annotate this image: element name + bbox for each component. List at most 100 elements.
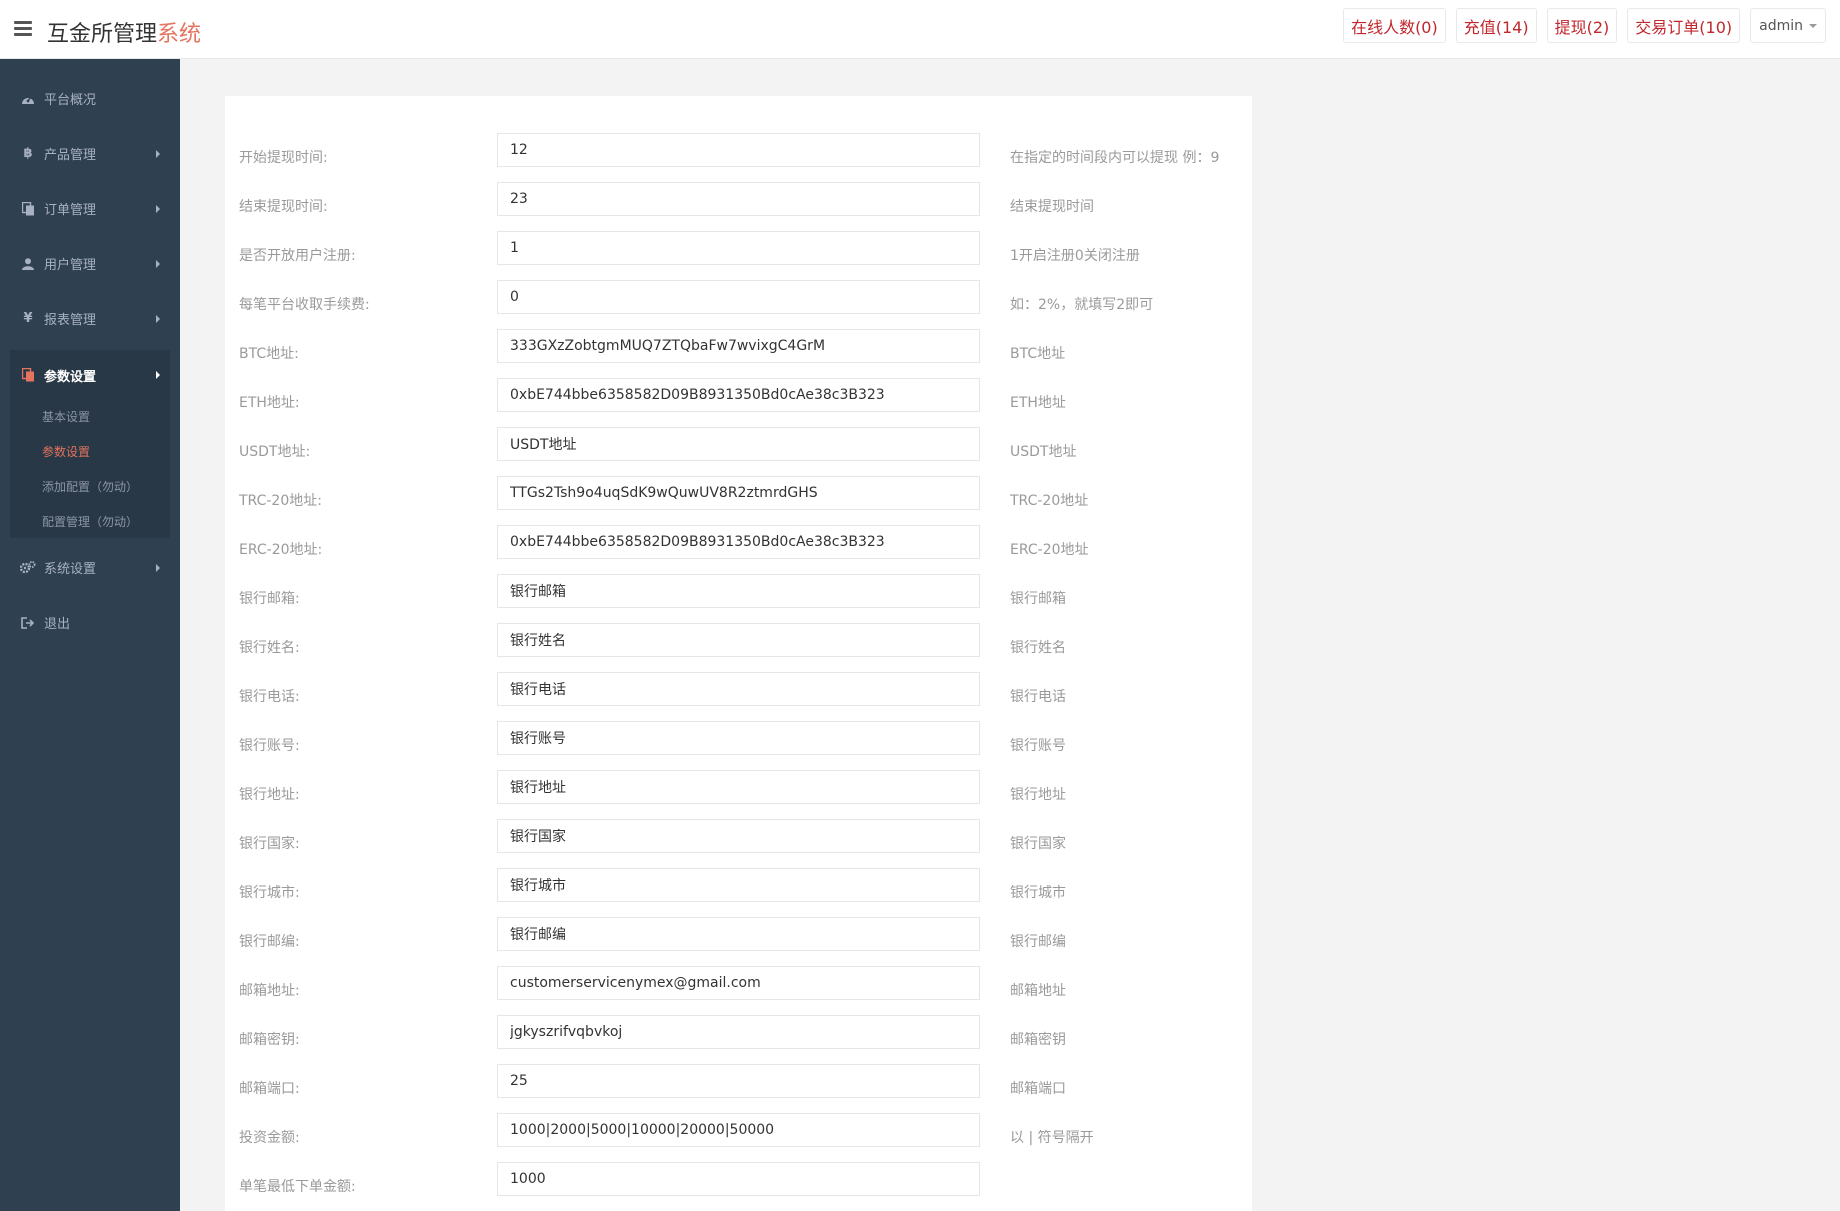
sub-item-basic-settings[interactable]: 基本设置 [42, 408, 90, 425]
sidebar: 平台概况 ฿ 产品管理 订单管理 用户管理 ¥ 报表管理 参数设置 基本设置 参… [0, 59, 180, 1211]
trade-orders-button[interactable]: 交易订单(10) [1627, 8, 1741, 43]
field-label: 每笔平台收取手续费: [239, 297, 370, 313]
sub-item-param-settings[interactable]: 参数设置 [42, 443, 90, 460]
sidebar-item-label: 产品管理 [44, 148, 97, 163]
caret-down-icon [1809, 23, 1817, 28]
sidebar-item-label: 报表管理 [44, 313, 97, 328]
form-row: 银行国家: 银行国家 [225, 816, 1252, 865]
form-row: 开始提现时间: 在指定的时间段内可以提现 例：9 [225, 130, 1252, 179]
sub-item-add-config[interactable]: 添加配置（勿动） [42, 478, 138, 495]
sub-item-config-manage[interactable]: 配置管理（勿动） [42, 513, 138, 530]
field-label: 邮箱地址: [239, 983, 300, 999]
field-hint: 以 | 符号隔开 [1010, 1130, 1094, 1146]
field-label: 银行城市: [239, 885, 300, 901]
gears-icon [20, 560, 36, 576]
form-row: 结束提现时间: 结束提现时间 [225, 179, 1252, 228]
mail-port-input[interactable] [497, 1064, 980, 1098]
field-hint: 如：2%，就填写2即可 [1010, 297, 1154, 313]
field-hint: 银行地址 [1010, 787, 1066, 803]
bank-address-input[interactable] [497, 770, 980, 804]
trc20-address-input[interactable] [497, 476, 980, 510]
copy-icon [20, 201, 36, 217]
field-label: 结束提现时间: [239, 199, 328, 215]
bank-country-input[interactable] [497, 819, 980, 853]
erc20-address-input[interactable] [497, 525, 980, 559]
form-row: BTC地址: BTC地址 [225, 326, 1252, 375]
sidebar-item-users[interactable]: 用户管理 [0, 236, 180, 291]
bank-email-input[interactable] [497, 574, 980, 608]
form-row: ETH地址: ETH地址 [225, 375, 1252, 424]
top-actions: 在线人数(0) 充值(14) 提现(2) 交易订单(10) admin [1343, 8, 1826, 43]
bank-name-input[interactable] [497, 623, 980, 657]
field-label: ETH地址: [239, 395, 300, 411]
sidebar-item-label: 参数设置 [44, 369, 97, 385]
menu-toggle-icon[interactable] [14, 21, 32, 37]
chevron-right-icon [156, 371, 160, 379]
user-name: admin [1759, 17, 1803, 34]
eth-address-input[interactable] [497, 378, 980, 412]
sidebar-item-orders[interactable]: 订单管理 [0, 181, 180, 236]
mail-address-input[interactable] [497, 966, 980, 1000]
sidebar-item-label: 退出 [44, 617, 71, 632]
copy-icon [20, 367, 36, 383]
brand-title: 互金所管理系统 [47, 16, 201, 48]
form-row: 银行地址: 银行地址 [225, 767, 1252, 816]
usdt-address-input[interactable] [497, 427, 980, 461]
sidebar-item-overview[interactable]: 平台概况 [0, 71, 180, 126]
chevron-right-icon [156, 150, 160, 158]
investment-amount-input[interactable] [497, 1113, 980, 1147]
sidebar-item-reports[interactable]: ¥ 报表管理 [0, 291, 180, 346]
form-row: 银行邮箱: 银行邮箱 [225, 571, 1252, 620]
form-row: 银行账号: 银行账号 [225, 718, 1252, 767]
yen-icon: ¥ [23, 311, 33, 326]
field-hint: 银行城市 [1010, 885, 1066, 901]
online-users-button[interactable]: 在线人数(0) [1343, 8, 1446, 43]
form-row: 每笔平台收取手续费: 如：2%，就填写2即可 [225, 277, 1252, 326]
top-navbar: 互金所管理系统 在线人数(0) 充值(14) 提现(2) 交易订单(10) ad… [0, 0, 1840, 59]
withdraw-button[interactable]: 提现(2) [1546, 8, 1618, 43]
form-row: 邮箱端口: 邮箱端口 [225, 1061, 1252, 1110]
bank-phone-input[interactable] [497, 672, 980, 706]
field-label: 投资金额: [239, 1130, 300, 1146]
bank-postcode-input[interactable] [497, 917, 980, 951]
sidebar-item-products[interactable]: ฿ 产品管理 [0, 126, 180, 181]
sidebar-item-system[interactable]: 系统设置 [0, 540, 180, 595]
form-row: 银行城市: 银行城市 [225, 865, 1252, 914]
bank-account-input[interactable] [497, 721, 980, 755]
sidebar-item-label: 平台概况 [44, 93, 97, 108]
min-order-amount-input[interactable] [497, 1162, 980, 1196]
user-menu-button[interactable]: admin [1750, 8, 1826, 43]
chevron-right-icon [156, 315, 160, 323]
field-label: 开始提现时间: [239, 150, 328, 166]
form-row: 邮箱密钥: 邮箱密钥 [225, 1012, 1252, 1061]
bitcoin-icon: ฿ [23, 146, 33, 161]
field-hint: BTC地址 [1010, 346, 1066, 362]
bank-city-input[interactable] [497, 868, 980, 902]
withdraw-start-time-input[interactable] [497, 133, 980, 167]
btc-address-input[interactable] [497, 329, 980, 363]
mail-secret-input[interactable] [497, 1015, 980, 1049]
platform-fee-input[interactable] [497, 280, 980, 314]
field-label: 邮箱密钥: [239, 1032, 300, 1048]
open-registration-input[interactable] [497, 231, 980, 265]
field-hint: 在指定的时间段内可以提现 例：9 [1010, 150, 1220, 166]
field-label: 银行国家: [239, 836, 300, 852]
field-label: TRC-20地址: [239, 493, 322, 509]
sidebar-item-label: 订单管理 [44, 203, 97, 218]
form-row: 是否开放用户注册: 1开启注册0关闭注册 [225, 228, 1252, 277]
brand-accent: 系统 [157, 22, 202, 47]
brand-main: 互金所管理 [47, 22, 158, 47]
withdraw-end-time-input[interactable] [497, 182, 980, 216]
field-hint: USDT地址 [1010, 444, 1077, 460]
sidebar-item-logout[interactable]: 退出 [0, 595, 180, 650]
recharge-button[interactable]: 充值(14) [1455, 8, 1537, 43]
form-row: 银行邮编: 银行邮编 [225, 914, 1252, 963]
sidebar-item-label: 用户管理 [44, 258, 97, 273]
sign-out-icon [20, 615, 36, 631]
field-hint: 邮箱密钥 [1010, 1032, 1066, 1048]
sidebar-item-params[interactable]: 参数设置 [10, 350, 170, 400]
field-hint: 银行姓名 [1010, 640, 1066, 656]
field-label: 银行邮编: [239, 934, 300, 950]
settings-form-panel: 开始提现时间: 在指定的时间段内可以提现 例：9 结束提现时间: 结束提现时间 是否… [225, 96, 1252, 1211]
field-hint: 1开启注册0关闭注册 [1010, 248, 1140, 264]
